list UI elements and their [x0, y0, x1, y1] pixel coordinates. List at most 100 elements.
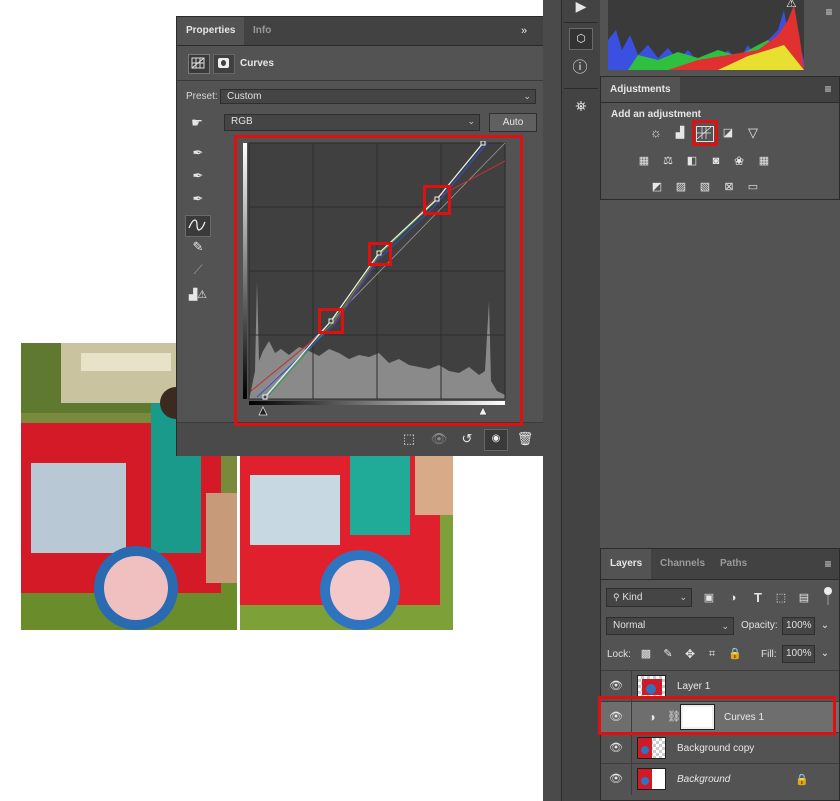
filter-smart-object-icon[interactable]: ▤ — [796, 590, 812, 606]
channel-mixer-icon[interactable]: ❀ — [730, 153, 748, 169]
opacity-value: 100% — [786, 620, 812, 631]
layer-row-background-copy[interactable]: 👁 Background copy — [601, 733, 839, 764]
panel-menu-icon[interactable]: ≡ — [822, 4, 836, 20]
hue-saturation-icon[interactable]: ▦ — [635, 153, 653, 169]
auto-button[interactable]: Auto — [489, 113, 537, 132]
histogram-panel: ⚠ ≡ — [600, 0, 840, 76]
panel-menu-icon[interactable]: ≡ — [821, 81, 835, 97]
highlight-curves-layer — [598, 696, 836, 735]
vibrance-icon[interactable]: ▽ — [744, 125, 762, 141]
highlight-curves-adjustment — [692, 120, 718, 146]
lock-all-icon[interactable]: 🔒 — [727, 646, 743, 662]
curves-grid-icon — [191, 57, 205, 69]
chevron-down-icon[interactable]: ⌄ — [818, 618, 832, 634]
eye-icon[interactable]: 👁 — [609, 741, 623, 755]
photo-adjusted-graphic — [240, 455, 453, 630]
black-point-eyedropper-icon[interactable]: ✒ — [188, 145, 208, 161]
exposure-icon[interactable]: ◪ — [719, 125, 737, 141]
right-dock-gap — [543, 0, 561, 801]
chevron-down-icon: ⌄ — [523, 91, 531, 101]
black-white-icon[interactable]: ◧ — [683, 153, 701, 169]
color-balance-icon[interactable]: ⚖ — [659, 153, 677, 169]
view-previous-state-icon[interactable]: 👁 — [429, 431, 449, 447]
tab-info[interactable]: Info — [244, 17, 280, 45]
selective-color-icon[interactable]: ⊠ — [720, 179, 738, 195]
photo-filter-icon[interactable]: ◙ — [707, 153, 725, 169]
canvas-photo-adjusted — [240, 455, 453, 630]
filter-toggle-icon[interactable] — [824, 587, 832, 595]
layer-filter-value: Kind — [622, 592, 643, 603]
3d-cube-icon[interactable]: ⬡ — [569, 28, 593, 50]
eye-icon[interactable]: 👁 — [609, 772, 623, 786]
play-icon[interactable]: ▶ — [572, 0, 590, 14]
properties-tabbar: Properties Info » ≡ — [177, 17, 561, 46]
blend-mode-value: Normal — [613, 620, 646, 631]
blend-mode-select[interactable]: Normal ⌄ — [606, 617, 734, 635]
highlight-point-2 — [368, 242, 392, 266]
reset-icon[interactable]: ↺ — [457, 431, 477, 447]
visibility-toggle-icon[interactable]: ◉ — [484, 429, 508, 451]
filter-pixel-icon[interactable]: ▣ — [701, 590, 717, 606]
chevron-down-icon: ⌄ — [679, 592, 687, 602]
filter-shape-icon[interactable]: ⬚ — [773, 590, 789, 606]
gray-point-eyedropper-icon[interactable]: ✒ — [188, 168, 208, 184]
preset-value: Custom — [227, 91, 262, 102]
fill-input[interactable]: 100% — [782, 645, 815, 663]
highlight-point-3 — [423, 185, 451, 215]
filter-adjustment-icon[interactable]: ◑ — [725, 590, 741, 606]
panel-menu-icon[interactable]: ≡ — [821, 556, 835, 572]
tab-adjustments[interactable]: Adjustments — [601, 77, 680, 102]
layer-thumbnail — [637, 737, 666, 759]
lock-image-icon[interactable]: ✎ — [660, 646, 676, 662]
histogram-graphic — [608, 0, 804, 70]
lock-transparent-icon[interactable]: ▩ — [638, 646, 654, 662]
targeted-adjustment-hand-icon[interactable]: ☛ — [186, 115, 208, 131]
levels-icon[interactable]: ▟ — [671, 125, 689, 141]
layer-row-background[interactable]: 👁 Background 🔒 — [601, 764, 839, 795]
lock-position-icon[interactable]: ✥ — [682, 646, 698, 662]
warning-icon[interactable]: ⚠ — [786, 0, 797, 10]
chevron-down-icon[interactable]: ⌄ — [818, 646, 832, 662]
channel-value: RGB — [231, 116, 253, 127]
tab-paths[interactable]: Paths — [711, 549, 756, 579]
white-point-eyedropper-icon[interactable]: ✒ — [188, 191, 208, 207]
clone-source-icon[interactable]: ⛯ — [570, 98, 592, 114]
clip-to-layer-icon[interactable]: ⬚ — [399, 431, 419, 447]
row-divider — [631, 733, 632, 764]
fill-label: Fill: — [761, 649, 777, 660]
tab-properties[interactable]: Properties — [177, 17, 245, 45]
mask-icon[interactable] — [213, 54, 235, 74]
collapse-panel-icon[interactable]: » — [517, 23, 531, 39]
layer-filter-select[interactable]: ⚲ Kind ⌄ — [606, 588, 692, 607]
chevron-down-icon: ⌄ — [467, 116, 475, 126]
adjustments-heading: Add an adjustment — [611, 109, 702, 120]
pencil-draw-icon[interactable]: ✎ — [188, 239, 208, 255]
divider — [564, 22, 598, 23]
lock-artboard-icon[interactable]: ⌗ — [704, 646, 720, 662]
preset-select[interactable]: Custom ⌄ — [220, 89, 536, 104]
threshold-icon[interactable]: ▧ — [696, 179, 714, 195]
eye-icon[interactable]: 👁 — [609, 679, 623, 693]
layers-tabbar: Layers Channels Paths ≡ — [601, 549, 839, 580]
gradient-map-icon[interactable]: ▭ — [744, 179, 762, 195]
curves-adjustment-icon[interactable] — [188, 54, 210, 74]
layer-thumbnail — [637, 675, 666, 697]
opacity-input[interactable]: 100% — [782, 617, 815, 635]
color-lookup-icon[interactable]: ▦ — [755, 153, 773, 169]
trash-icon[interactable]: 🗑 — [515, 431, 535, 447]
brightness-contrast-icon[interactable]: ☼ — [647, 125, 665, 141]
filter-type-icon[interactable]: T — [750, 590, 766, 606]
lock-label: Lock: — [607, 649, 631, 660]
channel-select[interactable]: RGB ⌄ — [224, 114, 480, 131]
dock-empty-area — [600, 200, 840, 548]
edit-points-curve-tool[interactable] — [185, 215, 211, 237]
smooth-curve-icon[interactable]: ⟋ — [188, 262, 208, 278]
lock-icon: 🔒 — [795, 774, 809, 786]
info-icon[interactable]: ⓘ — [570, 60, 590, 76]
tab-channels[interactable]: Channels — [651, 549, 714, 579]
row-divider — [631, 764, 632, 795]
clipping-warning-icon[interactable]: ▟⚠ — [186, 287, 210, 303]
invert-icon[interactable]: ◩ — [648, 179, 666, 195]
posterize-icon[interactable]: ▨ — [672, 179, 690, 195]
tab-layers[interactable]: Layers — [601, 549, 652, 579]
